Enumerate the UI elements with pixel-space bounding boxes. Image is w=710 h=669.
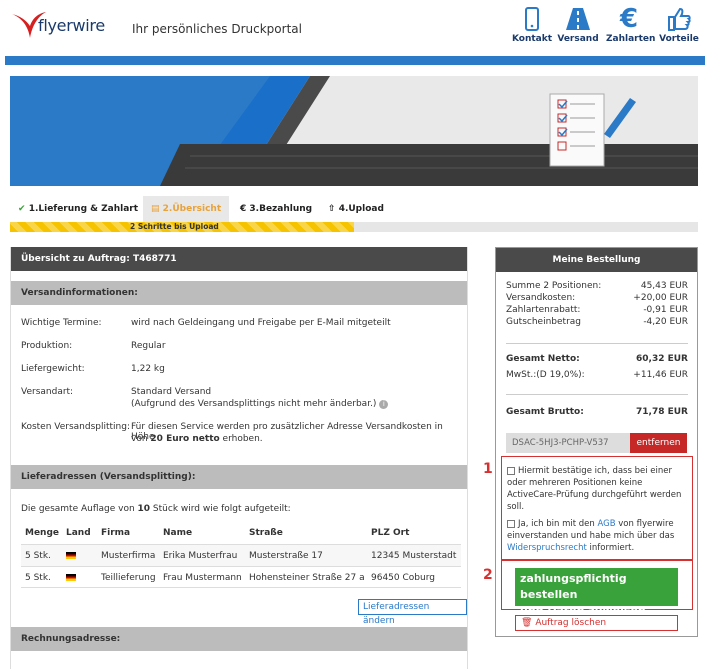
progress-text: 2 Schritte bis Upload [130,222,219,231]
shipping-section-title: Versandinformationen: [11,281,467,305]
divider [506,394,688,395]
row-label-versandart: Versandart: [21,387,74,397]
row-label-termine: Wichtige Termine: [21,318,102,328]
germany-flag-icon [66,567,76,589]
info-icon[interactable]: i [379,400,389,409]
logo-text: flyerwire [38,16,105,35]
upload-icon: ⇧ [328,204,336,214]
voucher-code: DSAC-5HJ3-PCHP-V537 [506,433,630,453]
row-value-versandart: Standard Versand [131,387,212,397]
addresses-intro: Die gesamte Auflage von 10 Stück wird wi… [21,504,291,514]
table-row: 5 Stk. Teillieferung Frau Mustermann Hoh… [21,566,461,588]
phone-icon [509,6,555,32]
row-value-termine: wird nach Geldeingang und Freigabe per E… [131,318,391,328]
banner-image [10,76,698,186]
step-uebersicht[interactable]: ▤ 2.Übersicht [143,196,230,222]
order-summary-title: Meine Bestellung [496,248,697,272]
vat-line: MwSt.:(D 19,0%): +11,46 EUR [506,370,688,380]
list-icon: ▤ [151,204,160,214]
divider [506,343,688,344]
submit-order-button[interactable]: zahlungspflichtig bestellen und Daten zuw… [515,568,678,617]
step-upload[interactable]: ⇧ 4.Upload [320,196,392,222]
nav-vorteile[interactable]: Vorteile [656,6,702,44]
order-overview: Übersicht zu Auftrag: T468771 Versandinf… [10,247,468,669]
progress-bar: 2 Schritte bis Upload [10,222,698,232]
row-value-produktion: Regular [131,341,166,351]
germany-flag-icon [66,545,76,567]
summary-line: Summe 2 Positionen: 45,43 EUR [506,281,688,291]
change-addresses-button[interactable]: Lieferadressen ändern [358,599,467,626]
table-row: 5 Stk. Musterfirma Erika Musterfrau Must… [21,544,461,566]
remove-voucher-button[interactable]: entfernen [630,433,687,453]
trash-icon: 🗑 [521,618,533,628]
thumbs-up-icon [656,6,702,32]
row-value-versandart-note: (Aufgrund des Versandsplittings nicht me… [131,399,389,409]
billing-section-title: Rechnungsadresse: [11,627,467,651]
row-value-gewicht: 1,22 kg [131,364,165,374]
row-label-splitting: Kosten Versandsplitting: [21,422,131,432]
header-bar [5,56,705,65]
overview-title: Übersicht zu Auftrag: T468771 [11,247,467,271]
agb-link[interactable]: AGB [597,519,615,529]
order-summary: Meine Bestellung Summe 2 Positionen: 45,4… [483,247,698,637]
summary-line: Gutscheinbetrag -4,20 EUR [506,317,688,327]
step-lieferung[interactable]: ✔ 1.Lieferung & Zahlart [10,196,146,222]
activecare-checkbox-row[interactable]: Hiermit bestätige ich, dass bei einer od… [507,465,687,513]
road-icon [555,6,601,32]
gross-total: Gesamt Brutto: 71,78 EUR [506,407,688,417]
nav-zahlarten[interactable]: € Zahlarten [606,4,655,44]
delete-order-button[interactable]: 🗑 Auftrag löschen [515,615,678,631]
addresses-section-title: Lieferadressen (Versandsplitting): [11,465,467,489]
marker-2: 2 [483,567,493,583]
nav-kontakt[interactable]: Kontakt [509,6,555,44]
euro-icon: € [240,204,247,214]
tagline: Ihr persönliches Druckportal [132,22,302,36]
table-header: Menge Land Firma Name Straße PLZ Ort [25,528,410,538]
nav-versand[interactable]: Versand [555,6,601,44]
row-value-splitting-2: von 20 Euro netto erhoben. [131,434,263,444]
net-total: Gesamt Netto: 60,32 EUR [506,354,688,364]
summary-line: Zahlartenrabatt: -0,91 EUR [506,305,688,315]
step-bezahlung[interactable]: € 3.Bezahlung [232,196,320,222]
agb-checkbox-row[interactable]: Ja, ich bin mit den AGB von flyerwire ei… [507,518,687,554]
widerspruchsrecht-link[interactable]: Widerspruchsrecht [507,543,587,553]
agb-checkbox[interactable] [507,519,515,528]
marker-1: 1 [483,461,493,477]
euro-icon: € [619,4,639,34]
summary-line: Versandkosten: +20,00 EUR [506,293,688,303]
checkout-steps: ✔ 1.Lieferung & Zahlart ▤ 2.Übersicht € … [10,196,698,222]
row-label-produktion: Produktion: [21,341,73,351]
row-label-gewicht: Liefergewicht: [21,364,85,374]
check-icon: ✔ [18,204,26,214]
activecare-checkbox[interactable] [507,466,515,475]
